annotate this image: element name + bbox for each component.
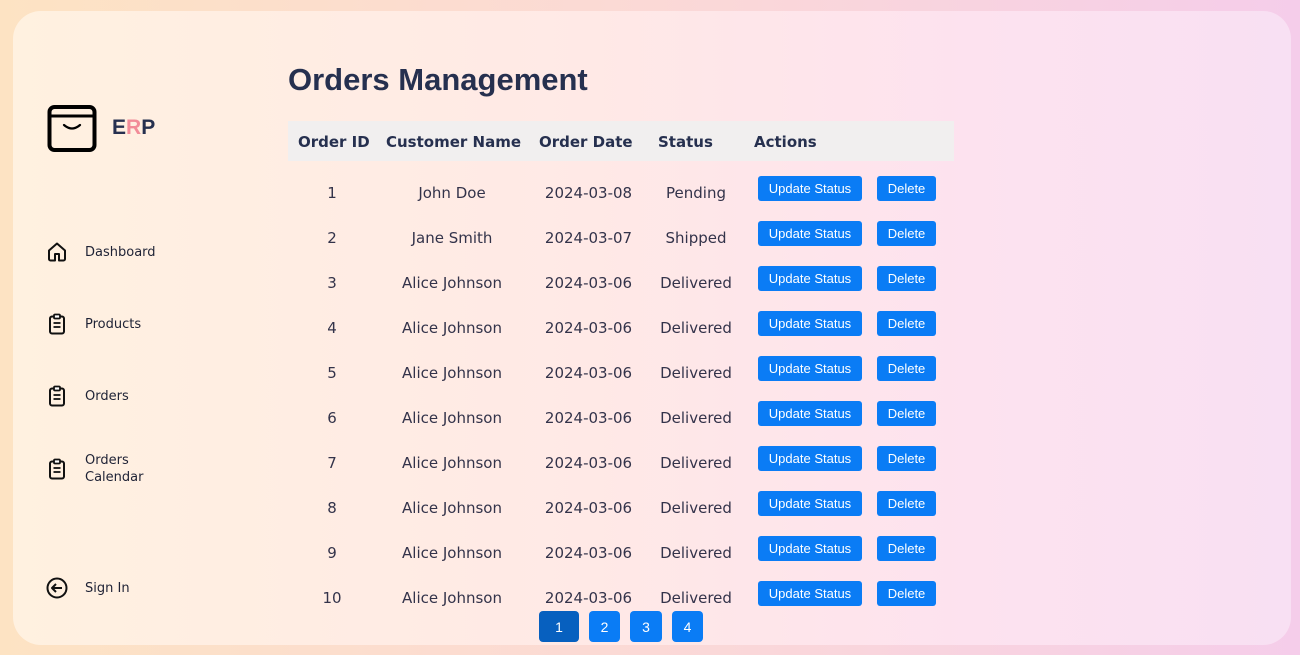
brand-name: ERP [112,116,156,139]
table-row: 8 Alice Johnson 2024-03-06 Delivered Update … [288,485,954,530]
update-status-button[interactable]: Update Status [758,491,862,516]
table-row: 9 Alice Johnson 2024-03-06 Delivered Update … [288,530,954,575]
order-date-cell: 2024-03-06 [544,364,633,382]
home-icon [48,242,66,262]
delete-button[interactable]: Delete [877,311,936,336]
table-row: 1 John Doe 2024-03-08 Pending Update Status D… [288,170,954,215]
update-status-button[interactable]: Update Status [758,401,862,426]
page-button-3[interactable]: 3 [630,611,662,642]
nav-item-products[interactable]: Products [45,312,141,336]
page-button-1[interactable]: 1 [539,611,579,642]
update-status-button[interactable]: Update Status [758,536,862,561]
status-cell: Delivered [660,589,732,607]
delete-button[interactable]: Delete [877,401,936,426]
page-button-2[interactable]: 2 [589,611,620,642]
table-row: 7 Alice Johnson 2024-03-06 Delivered Update … [288,440,954,485]
update-status-button[interactable]: Update Status [758,311,862,336]
header-status: Status [658,133,713,151]
erp-logo-icon [47,105,97,152]
customer-name-cell: Alice Johnson [402,319,502,337]
nav-item-dashboard[interactable]: Dashboard [45,240,156,264]
order-date-cell: 2024-03-06 [544,454,633,472]
delete-button[interactable]: Delete [877,266,936,291]
page-title: Orders Management [288,62,588,97]
order-date-cell: 2024-03-06 [544,589,633,607]
header-customer-name: Customer Name [386,133,521,151]
nav-label: Orders Calendar [85,453,144,485]
order-id-cell: 6 [327,409,337,427]
nav-label: Products [85,316,142,332]
header-order-date: Order Date [539,133,633,151]
order-id-cell: 2 [327,229,337,247]
order-id-cell: 8 [327,499,337,517]
header-order-id: Order ID [298,133,370,151]
status-cell: Delivered [660,454,732,472]
customer-name-cell: Alice Johnson [402,544,502,562]
header-actions: Actions [754,133,817,151]
update-status-button[interactable]: Update Status [758,221,862,246]
table-row: 10 Alice Johnson 2024-03-06 Delivered Update… [288,575,954,620]
customer-name-cell: Alice Johnson [402,274,502,292]
table-row: 5 Alice Johnson 2024-03-06 Delivered Update … [288,350,954,395]
nav-item-orders-calendar[interactable]: Orders Calendar [45,452,155,486]
delete-button[interactable]: Delete [877,491,936,516]
status-cell: Delivered [660,409,732,427]
order-date-cell: 2024-03-06 [544,499,633,517]
order-id-cell: 3 [327,274,337,292]
delete-button[interactable]: Delete [877,221,936,246]
delete-button[interactable]: Delete [877,446,936,471]
order-date-cell: 2024-03-07 [544,229,633,247]
table-row: 6 Alice Johnson 2024-03-06 Delivered Update … [288,395,954,440]
nav-label: Orders [85,388,129,404]
update-status-button[interactable]: Update Status [758,176,862,201]
table-row: 2 Jane Smith 2024-03-07 Shipped Update Statu… [288,215,954,260]
customer-name-cell: Alice Johnson [402,409,502,427]
clipboard-icon [49,313,65,335]
delete-button[interactable]: Delete [877,536,936,561]
order-id-cell: 7 [327,454,337,472]
clipboard-icon [49,458,65,480]
delete-button[interactable]: Delete [877,581,936,606]
update-status-button[interactable]: Update Status [758,446,862,471]
update-status-button[interactable]: Update Status [758,581,862,606]
customer-name-cell: John Doe [418,184,486,202]
delete-button[interactable]: Delete [877,356,936,381]
status-cell: Delivered [660,499,732,517]
order-date-cell: 2024-03-06 [544,274,633,292]
order-date-cell: 2024-03-06 [544,544,633,562]
order-id-cell: 1 [327,184,337,202]
customer-name-cell: Alice Johnson [402,499,502,517]
nav-item-orders[interactable]: Orders [45,384,129,408]
order-date-cell: 2024-03-08 [544,184,633,202]
order-id-cell: 10 [322,589,342,607]
orders-table: Order ID Customer Name Order Date Status… [288,121,954,607]
page-button-4[interactable]: 4 [672,611,703,642]
order-id-cell: 5 [327,364,337,382]
order-id-cell: 9 [327,544,337,562]
status-cell: Pending [666,184,726,202]
status-cell: Delivered [660,364,732,382]
order-date-cell: 2024-03-06 [544,409,633,427]
customer-name-cell: Jane Smith [411,229,493,247]
status-cell: Delivered [660,319,732,337]
status-cell: Delivered [660,274,732,292]
update-status-button[interactable]: Update Status [758,356,862,381]
status-cell: Shipped [665,229,727,247]
customer-name-cell: Alice Johnson [402,364,502,382]
sign-in-icon [46,577,68,599]
nav-label: Dashboard [85,244,156,260]
nav-label: Sign In [85,580,130,596]
table-row: 4 Alice Johnson 2024-03-06 Delivered Update … [288,305,954,350]
delete-button[interactable]: Delete [877,176,936,201]
table-header: Order ID Customer Name Order Date Status… [288,121,954,161]
update-status-button[interactable]: Update Status [758,266,862,291]
order-id-cell: 4 [327,319,337,337]
status-cell: Delivered [660,544,732,562]
nav-item-sign-in[interactable]: Sign In [45,576,130,600]
table-row: 3 Alice Johnson 2024-03-06 Delivered Update … [288,260,954,305]
order-date-cell: 2024-03-06 [544,319,633,337]
customer-name-cell: Alice Johnson [402,454,502,472]
clipboard-icon [49,385,65,407]
customer-name-cell: Alice Johnson [402,589,502,607]
